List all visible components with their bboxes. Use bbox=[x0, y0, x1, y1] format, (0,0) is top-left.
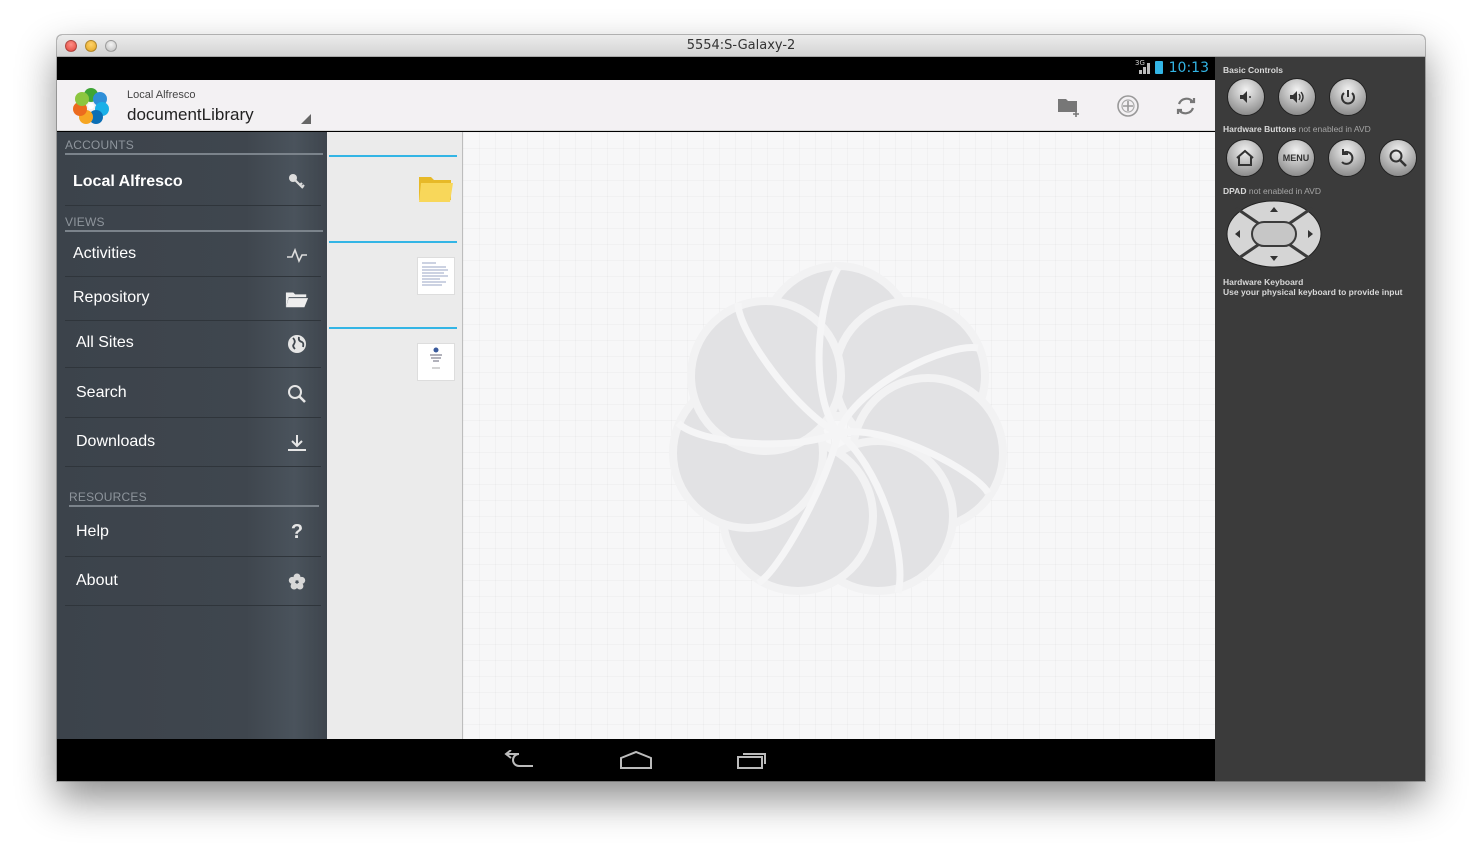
search-icon bbox=[1389, 149, 1407, 167]
drawer-item-label: Activities bbox=[73, 245, 137, 262]
home-hw-button[interactable] bbox=[1226, 139, 1264, 177]
globe-icon bbox=[285, 332, 309, 356]
list-item[interactable] bbox=[329, 155, 457, 241]
drawer-item-label: Repository bbox=[73, 289, 150, 306]
drawer-item-repository[interactable]: Repository bbox=[65, 277, 321, 321]
document-thumbnail bbox=[417, 257, 455, 295]
drawer-item-label: About bbox=[76, 572, 118, 589]
back-icon bbox=[504, 750, 533, 767]
activity-icon bbox=[285, 243, 309, 267]
list-item[interactable] bbox=[329, 327, 457, 413]
help-icon: ? bbox=[290, 520, 304, 543]
drawer-item-label: All Sites bbox=[76, 334, 134, 351]
section-accounts: ACCOUNTS bbox=[65, 138, 323, 155]
drawer-item-help[interactable]: Help ? bbox=[65, 509, 321, 557]
home-icon bbox=[620, 750, 652, 769]
dropdown-indicator-icon[interactable] bbox=[301, 114, 311, 124]
emulator-controls-panel: Basic Controls Hardware Buttons not enab… bbox=[1215, 57, 1425, 781]
battery-icon bbox=[1155, 61, 1163, 74]
drawer-item-account[interactable]: Local Alfresco bbox=[65, 158, 321, 206]
basic-controls-label: Basic Controls bbox=[1223, 65, 1283, 75]
alfresco-logo[interactable] bbox=[69, 84, 113, 128]
menu-hw-button[interactable]: MENU bbox=[1277, 139, 1315, 177]
recent-apps-button[interactable] bbox=[732, 747, 772, 773]
folder-icon bbox=[419, 177, 453, 202]
download-icon bbox=[285, 431, 309, 455]
emulator-window: 5554:S-Galaxy-2 3G 10:13 Local Alfresco … bbox=[57, 35, 1425, 781]
signal-icon: 3G bbox=[1135, 59, 1151, 74]
volume-up-button[interactable] bbox=[1278, 78, 1316, 116]
home-icon bbox=[1236, 149, 1254, 166]
window-title: 5554:S-Galaxy-2 bbox=[686, 38, 796, 53]
back-icon bbox=[1341, 149, 1354, 165]
hardware-keyboard-note: Use your physical keyboard to provide in… bbox=[1223, 287, 1403, 297]
dpad-control[interactable] bbox=[1226, 200, 1322, 268]
page-title[interactable]: documentLibrary bbox=[127, 105, 254, 125]
home-button[interactable] bbox=[616, 747, 656, 773]
drawer-item-all-sites[interactable]: All Sites bbox=[65, 322, 321, 368]
volume-down-icon bbox=[1240, 91, 1251, 103]
hardware-keyboard-label: Hardware Keyboard bbox=[1223, 277, 1304, 287]
document-list bbox=[327, 132, 463, 739]
search-hw-button[interactable] bbox=[1379, 139, 1417, 177]
drawer-item-search[interactable]: Search bbox=[65, 370, 321, 418]
back-hw-button[interactable] bbox=[1328, 139, 1366, 177]
folder-open-icon bbox=[285, 287, 309, 311]
section-views: VIEWS bbox=[65, 215, 323, 232]
action-bar: Local Alfresco documentLibrary bbox=[57, 80, 1215, 131]
drawer-item-label: Downloads bbox=[76, 433, 156, 450]
dpad-label: DPAD not enabled in AVD bbox=[1223, 186, 1321, 196]
key-icon bbox=[285, 170, 309, 194]
device-screen: 3G 10:13 Local Alfresco documentLibrary … bbox=[57, 57, 1215, 781]
hardware-buttons-label: Hardware Buttons not enabled in AVD bbox=[1223, 124, 1371, 134]
alfresco-flower-icon bbox=[285, 570, 309, 594]
window-titlebar: 5554:S-Galaxy-2 bbox=[57, 35, 1425, 57]
status-clock: 10:13 bbox=[1168, 60, 1209, 76]
drawer-item-about[interactable]: About bbox=[65, 558, 321, 606]
refresh-icon[interactable] bbox=[1172, 92, 1200, 120]
account-name: Local Alfresco bbox=[127, 89, 196, 101]
drawer-item-label: Search bbox=[76, 384, 127, 401]
status-bar: 3G 10:13 bbox=[57, 57, 1215, 80]
document-thumbnail bbox=[417, 343, 455, 381]
section-resources: RESOURCES bbox=[69, 490, 319, 507]
recent-apps-icon bbox=[737, 753, 766, 769]
drawer-item-label: Local Alfresco bbox=[73, 173, 183, 190]
volume-up-icon bbox=[1290, 91, 1304, 103]
navigation-drawer: ACCOUNTS Local Alfresco VIEWS Activities… bbox=[57, 132, 327, 739]
power-button[interactable] bbox=[1329, 78, 1367, 116]
create-folder-icon[interactable] bbox=[1055, 92, 1083, 120]
volume-down-button[interactable] bbox=[1227, 78, 1265, 116]
alfresco-watermark-icon bbox=[669, 262, 1007, 595]
drawer-item-downloads[interactable]: Downloads bbox=[65, 419, 321, 467]
content-area bbox=[463, 132, 1215, 739]
add-content-icon[interactable] bbox=[1114, 92, 1142, 120]
power-icon bbox=[1341, 90, 1355, 105]
list-item[interactable] bbox=[329, 241, 457, 327]
back-button[interactable] bbox=[500, 747, 540, 773]
drawer-item-activities[interactable]: Activities bbox=[65, 233, 321, 277]
system-nav-bar bbox=[57, 739, 1215, 781]
search-icon bbox=[285, 382, 309, 406]
drawer-item-label: Help bbox=[76, 523, 109, 540]
